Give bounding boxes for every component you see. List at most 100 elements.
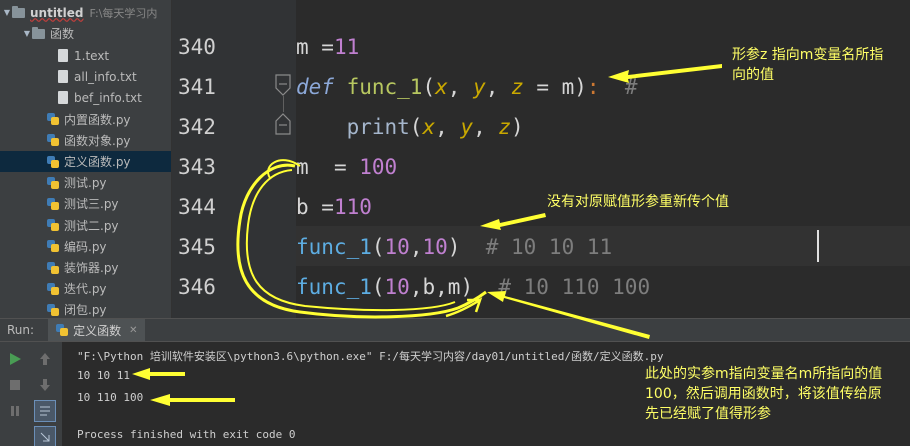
scroll-down-button[interactable] (34, 374, 56, 396)
console-command-line: "F:\Python 培训软件安装区\python3.6\python.exe"… (77, 350, 664, 363)
code-token: z (498, 115, 512, 139)
tree-file-item[interactable]: 函数对象.py (0, 130, 171, 151)
pause-button[interactable] (4, 400, 26, 422)
tree-file-item[interactable]: 1.text (0, 45, 171, 66)
python-file-icon (56, 324, 69, 336)
tree-file-label: 闭包.py (64, 303, 107, 318)
code-token: x (435, 75, 448, 99)
code-token: m (447, 275, 461, 299)
code-token: , (435, 115, 461, 139)
code-token: 100 (359, 155, 398, 179)
annotation-no-reassign: 没有对原赋值形参重新传个值 (547, 194, 729, 210)
close-icon[interactable]: ✕ (129, 325, 137, 336)
code-token: func_1 (296, 275, 372, 299)
text-file-icon (58, 70, 68, 84)
run-tab[interactable]: 定义函数 ✕ (48, 319, 146, 341)
code-editor[interactable]: 340 341 342 343 344 345 346 m =11 def fu… (172, 0, 910, 318)
fold-guide (283, 96, 284, 112)
tree-file-item[interactable]: 内置函数.py (0, 109, 171, 130)
root-folder-label: untitled (30, 5, 84, 20)
chevron-down-icon[interactable]: ▼ (22, 29, 32, 38)
code-token: , (473, 115, 499, 139)
tree-folder-functions[interactable]: ▼ 函数 (0, 23, 171, 44)
code-line-342[interactable]: print(x, y, z) (296, 107, 910, 147)
tree-file-item[interactable]: 闭包.py (0, 299, 171, 318)
code-token: y (460, 115, 474, 139)
tree-file-label: 测试三.py (64, 197, 119, 212)
chevron-down-icon[interactable]: ▼ (2, 8, 12, 17)
tree-root-untitled[interactable]: ▼ untitled F:\每天学习内 (0, 2, 171, 23)
python-file-icon (47, 303, 59, 316)
scroll-up-button[interactable] (34, 348, 56, 370)
tree-file-item[interactable]: 迭代.py (0, 278, 171, 299)
code-token: m (561, 75, 575, 99)
code-token: print (346, 115, 410, 139)
code-token: ( (371, 235, 385, 259)
tree-file-item[interactable]: 测试三.py (0, 193, 171, 214)
tree-file-label: 测试.py (64, 176, 107, 191)
play-icon (10, 353, 21, 365)
scroll-to-end-button[interactable] (34, 426, 56, 446)
code-token: ( (409, 115, 423, 139)
code-token: b (296, 195, 322, 219)
tree-file-label: 函数对象.py (64, 133, 131, 148)
tree-file-label: 装饰器.py (64, 261, 119, 275)
tree-file-label: 测试二.py (64, 218, 119, 233)
code-token: 110 (333, 195, 372, 219)
tree-file-item[interactable]: 测试.py (0, 172, 171, 193)
tree-file-item[interactable]: 装饰器.py (0, 257, 171, 278)
code-token: ) (574, 75, 587, 99)
project-tree: ▼ untitled F:\每天学习内 ▼ 函数 1.text all_info.… (0, 0, 172, 318)
stop-button[interactable] (4, 374, 26, 396)
console-exit-line: Process finished with exit code 0 (77, 428, 296, 441)
annotation-actual-param-line3: 先已经赋了值得形参 (645, 406, 771, 422)
line-number: 344 (178, 195, 216, 219)
text-file-icon (58, 49, 68, 62)
python-file-icon (47, 134, 59, 147)
folder-label: 函数 (50, 27, 75, 41)
code-token: : (586, 75, 600, 99)
text-file-icon (58, 91, 68, 105)
code-token: , (409, 235, 423, 259)
tree-file-item[interactable]: 测试二.py (0, 215, 171, 236)
tree-file-item[interactable]: 编码.py (0, 236, 171, 257)
wrap-icon (40, 406, 50, 416)
tree-file-item[interactable]: all_info.txt (0, 66, 171, 87)
code-line-341[interactable]: def func_1(x, y, z = m): # (296, 67, 910, 107)
code-line-346[interactable]: func_1(10,b,m) # 10 110 100 (296, 267, 910, 307)
line-number: 340 (178, 35, 216, 59)
python-file-icon (47, 197, 59, 210)
tree-file-item[interactable]: 定义函数.py (0, 151, 171, 172)
line-number: 346 (178, 275, 216, 299)
code-token: ) (447, 235, 461, 259)
soft-wrap-button[interactable] (34, 400, 56, 422)
python-file-icon (47, 176, 59, 189)
code-line-343[interactable]: m = 100 (296, 147, 910, 187)
tree-file-label: bef_info.txt (74, 90, 142, 105)
code-token: 10 (384, 235, 410, 259)
line-number: 341 (178, 75, 216, 99)
code-token: , (447, 75, 474, 99)
code-token: 10 (422, 235, 448, 259)
arrow-down-icon (40, 379, 50, 391)
rerun-button[interactable] (4, 348, 26, 370)
code-token: def (296, 75, 334, 99)
fold-collapse-icon[interactable] (274, 74, 292, 96)
code-token: = (321, 195, 334, 219)
tree-file-label: 1.text (74, 48, 110, 63)
run-header: Run: 定义函数 ✕ (0, 318, 910, 342)
line-number: 345 (178, 235, 216, 259)
code-token: = (321, 35, 334, 59)
line-number: 342 (178, 115, 216, 139)
run-toolbar (0, 342, 62, 446)
arrow-up-icon (40, 353, 50, 365)
console-output-line: 10 10 11 (77, 369, 130, 382)
tree-file-item[interactable]: bef_info.txt (0, 87, 171, 108)
pause-icon (11, 406, 19, 416)
annotation-actual-param-line1: 此处的实参m指向变量名m所指向的值 (645, 366, 883, 382)
code-token: x (422, 115, 436, 139)
fold-end-icon[interactable] (274, 113, 292, 135)
code-token: = (523, 75, 562, 99)
code-token: ( (422, 75, 436, 99)
